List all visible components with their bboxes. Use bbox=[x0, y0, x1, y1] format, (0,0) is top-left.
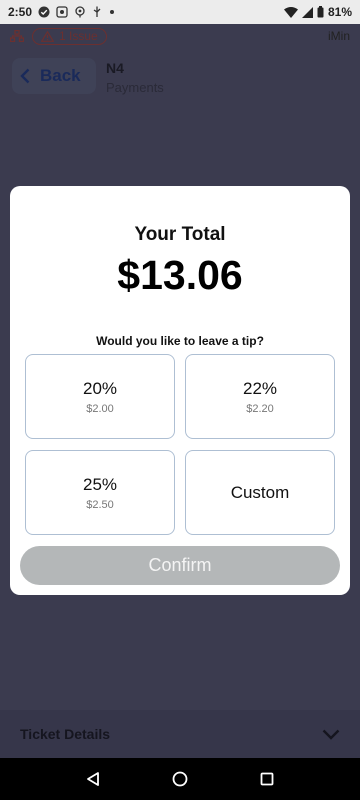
custom-tip-label: Custom bbox=[230, 482, 290, 502]
page-titles: N4 Payments bbox=[106, 60, 164, 95]
app-header: Back N4 Payments bbox=[0, 48, 360, 110]
home-circle-icon[interactable] bbox=[172, 771, 188, 787]
tip-amount: $2.50 bbox=[86, 498, 114, 511]
tip-option-22[interactable]: 22% $2.20 bbox=[185, 354, 335, 439]
tip-options: 20% $2.00 22% $2.20 25% $2.50 Custom bbox=[25, 354, 335, 535]
ticket-details-bar[interactable]: Ticket Details bbox=[0, 710, 360, 758]
issue-pill[interactable]: 1 Issue bbox=[32, 27, 107, 45]
tip-modal: Your Total $13.06 Would you like to leav… bbox=[10, 186, 350, 595]
warning-icon bbox=[41, 30, 54, 42]
back-button[interactable]: Back bbox=[12, 58, 96, 94]
tip-amount: $2.20 bbox=[246, 402, 274, 415]
tip-percent: 25% bbox=[82, 474, 118, 494]
chevron-left-icon bbox=[20, 68, 30, 84]
status-time: 2:50 bbox=[8, 5, 33, 19]
back-button-label: Back bbox=[40, 66, 81, 85]
issue-pill-label: 1 Issue bbox=[59, 29, 98, 43]
app-topline: 1 Issue iMin bbox=[0, 24, 360, 48]
check-circle-icon bbox=[38, 6, 50, 18]
status-icons bbox=[38, 6, 116, 18]
network-icon[interactable] bbox=[10, 30, 24, 42]
back-triangle-icon[interactable] bbox=[85, 771, 101, 787]
signal-icon bbox=[301, 6, 313, 18]
chevron-down-icon[interactable] bbox=[322, 729, 340, 740]
modal-title: Your Total bbox=[134, 224, 226, 245]
tip-percent: 20% bbox=[82, 378, 118, 398]
battery-icon bbox=[317, 6, 324, 18]
status-bar: 2:50 81% bbox=[0, 0, 360, 24]
confirm-button[interactable]: Confirm bbox=[20, 546, 340, 585]
system-nav-bar bbox=[0, 758, 360, 800]
location-icon bbox=[75, 6, 85, 18]
photo-icon bbox=[56, 6, 68, 18]
tip-option-20[interactable]: 20% $2.00 bbox=[25, 354, 175, 439]
dot-icon bbox=[110, 10, 115, 14]
brand-label: iMin bbox=[327, 29, 350, 43]
ticket-details-label: Ticket Details bbox=[20, 726, 111, 742]
battery-level: 81% bbox=[327, 5, 352, 19]
tip-option-25[interactable]: 25% $2.50 bbox=[25, 450, 175, 535]
total-amount: $13.06 bbox=[117, 252, 243, 298]
tip-percent: 22% bbox=[242, 378, 278, 398]
recents-square-icon[interactable] bbox=[259, 771, 275, 787]
status-right: 81% bbox=[283, 5, 352, 19]
tip-question: Would you like to leave a tip? bbox=[96, 334, 264, 348]
tip-amount: $2.00 bbox=[86, 402, 114, 415]
tip-option-custom[interactable]: Custom bbox=[185, 450, 335, 535]
usb-icon bbox=[93, 6, 101, 17]
page-subtitle: Payments bbox=[106, 80, 164, 95]
page-title: N4 bbox=[106, 60, 124, 76]
wifi-icon bbox=[283, 6, 298, 18]
